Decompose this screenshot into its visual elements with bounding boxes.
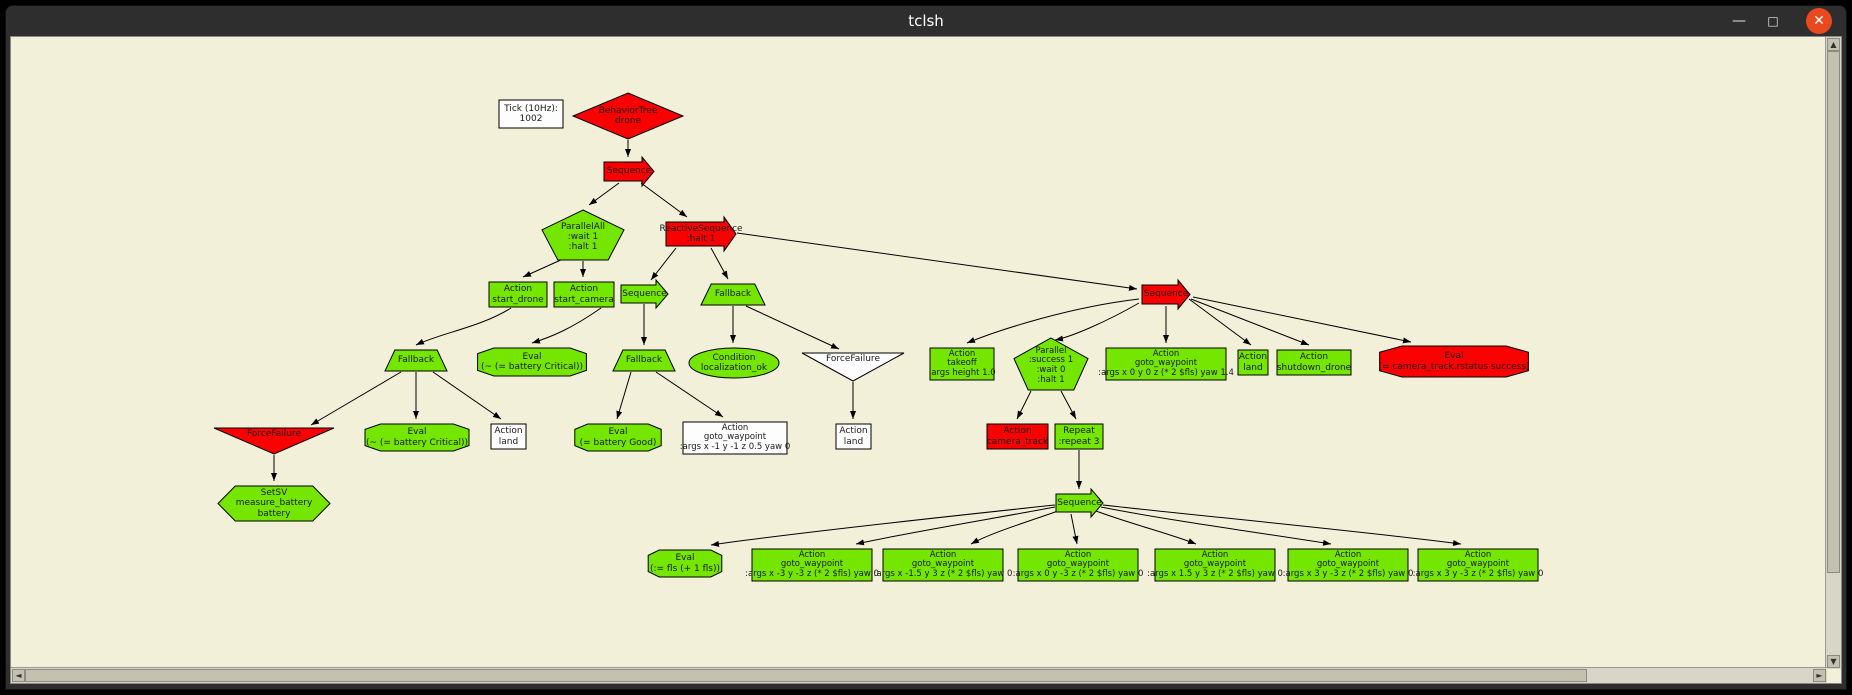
tree-edge	[415, 307, 512, 346]
tree-node-a_w5[interactable]: Action goto_waypoint :args x 3 y -3 z (*…	[1283, 548, 1413, 582]
tree-edge	[1016, 390, 1032, 420]
tree-edge	[1095, 510, 1197, 545]
tree-edge	[616, 371, 632, 420]
scroll-right-icon[interactable]: ►	[1813, 669, 1826, 682]
tree-node-seq3[interactable]: Sequence	[1141, 278, 1191, 311]
tree-edge	[1100, 506, 1332, 546]
tree-node-a_w3[interactable]: Action goto_waypoint :args x 0 y -3 z (*…	[1013, 548, 1143, 582]
tree-node-par2[interactable]: Parallel :success 1 :wait 0 :halt 1	[1013, 337, 1089, 391]
scroll-up-icon[interactable]: ▲	[1827, 38, 1840, 51]
tree-edge	[522, 258, 564, 278]
tree-node-a_land3[interactable]: Action land	[1237, 349, 1269, 376]
tree-node-cond_loc[interactable]: Condition localization_ok	[688, 347, 780, 379]
application-window: tclsh — □ ✕ Tick (10Hz): 1002 BehaviorTre…	[6, 6, 1846, 689]
tree-node-root[interactable]: BehaviorTree drone	[571, 92, 685, 140]
tree-node-ev_cam[interactable]: Eval (= camera_track.rstatus success)	[1361, 345, 1547, 378]
tree-edge	[1192, 296, 1412, 344]
tree-node-ff_r[interactable]: ForceFailure	[213, 427, 335, 455]
tree-edge	[855, 506, 1056, 546]
tree-node-a_cam[interactable]: Action camera_track	[986, 423, 1049, 450]
tree-node-a_land2[interactable]: Action land	[835, 423, 872, 450]
tree-node-a_w4[interactable]: Action goto_waypoint :args x 1.5 y 3 z (…	[1147, 548, 1283, 582]
maximize-icon[interactable]: □	[1756, 6, 1790, 36]
tree-node-ev_bg[interactable]: Eval (= battery Good)	[564, 423, 672, 452]
minimize-icon[interactable]: —	[1722, 6, 1756, 36]
tree-node-seq1[interactable]: Sequence	[603, 155, 655, 188]
tree-node-ff_w[interactable]: ForceFailure	[801, 352, 905, 382]
tree-edge	[710, 504, 1056, 547]
scroll-down-icon[interactable]: ▼	[1827, 655, 1840, 668]
tree-edge	[1188, 298, 1252, 346]
tree-edge	[640, 182, 688, 218]
vertical-scroll-thumb[interactable]	[1827, 51, 1840, 573]
behavior-tree-canvas[interactable]: Tick (10Hz): 1002 BehaviorTree drone Seque…	[11, 37, 1827, 669]
tree-node-rseq[interactable]: ReactiveSequence :halt 1	[659, 215, 743, 253]
horizontal-scrollbar[interactable]: ◄ ►	[11, 667, 1827, 683]
tree-node-a_w2[interactable]: Action goto_waypoint :args x -1.5 y 3 z …	[874, 548, 1012, 582]
tree-node-ev_fls[interactable]: Eval (:= fls (+ 1 fls))	[639, 549, 731, 578]
scroll-left-icon[interactable]: ◄	[12, 669, 25, 682]
tree-edge	[1102, 504, 1462, 546]
tree-node-repeat[interactable]: Repeat :repeat 3	[1054, 423, 1104, 450]
tree-node-fb1[interactable]: Fallback	[700, 283, 766, 306]
tree-node-fb2[interactable]: Fallback	[384, 349, 448, 372]
tree-edge	[1054, 302, 1140, 342]
tree-edge	[745, 305, 840, 350]
tree-edge	[970, 510, 1059, 545]
tree-node-a_gw0[interactable]: Action goto_waypoint :args x -1 y -1 z 0…	[680, 421, 790, 455]
tree-edge	[531, 307, 602, 344]
tree-node-a_takeoff[interactable]: Action takeoff :args height 1.0	[928, 347, 996, 381]
tree-node-a_sc[interactable]: Action start_camera	[553, 281, 615, 308]
tree-node-setsv[interactable]: SetSV measure_battery battery	[217, 485, 331, 522]
tree-node-fb3[interactable]: Fallback	[612, 349, 676, 372]
tree-edge	[736, 232, 1138, 291]
tree-node-seq4[interactable]: Sequence	[1055, 487, 1104, 519]
window-title: tclsh	[908, 12, 944, 30]
tree-edge	[588, 182, 620, 206]
vertical-scrollbar[interactable]: ▲ ▼	[1825, 37, 1841, 669]
tree-node-a_gw14[interactable]: Action goto_waypoint :args x 0 y 0 z (* …	[1098, 347, 1234, 381]
tree-canvas-container: Tick (10Hz): 1002 BehaviorTree drone Seque…	[10, 36, 1842, 684]
tree-edge	[710, 247, 729, 280]
tree-node-a_shut[interactable]: Action shutdown_drone	[1276, 349, 1352, 376]
tree-node-ev_bc1[interactable]: Eval (~ (= battery Critical))	[464, 347, 600, 377]
tree-node-a_land1[interactable]: Action land	[490, 423, 527, 450]
tree-edge	[1070, 513, 1079, 545]
title-bar: tclsh — □ ✕	[6, 6, 1846, 36]
tree-node-tick[interactable]: Tick (10Hz): 1002	[498, 99, 564, 129]
horizontal-scroll-thumb[interactable]	[25, 669, 1587, 682]
tree-node-ev_bc2[interactable]: Eval (~ (= battery Critical))	[352, 423, 482, 452]
screen: tclsh — □ ✕ Tick (10Hz): 1002 BehaviorTre…	[0, 0, 1852, 695]
tree-node-a_w1[interactable]: Action goto_waypoint :args x -3 y -3 z (…	[745, 548, 879, 582]
close-icon[interactable]: ✕	[1806, 8, 1832, 34]
tree-node-a_w6[interactable]: Action goto_waypoint :args x 3 y -3 z (*…	[1413, 548, 1543, 582]
tree-node-a_sd[interactable]: Action start_drone	[488, 281, 548, 308]
tree-edge	[1060, 390, 1077, 420]
tree-edge	[650, 247, 677, 281]
tree-edge	[1190, 298, 1310, 346]
tree-edge	[432, 371, 502, 420]
tree-node-seq2[interactable]: Sequence	[620, 278, 669, 310]
tree-node-parall[interactable]: ParallelAll :wait 1 :halt 1	[541, 209, 625, 261]
tree-edge	[310, 371, 402, 426]
